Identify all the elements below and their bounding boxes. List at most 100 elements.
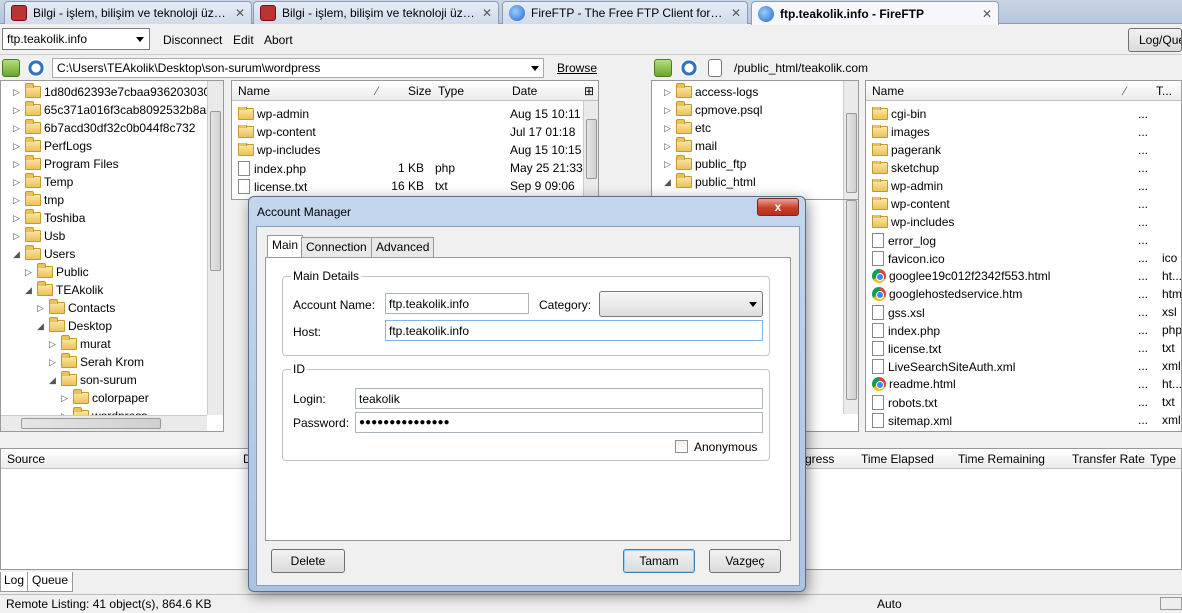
browser-tab-4-active[interactable]: ftp.teakolik.info - FireFTP ✕ xyxy=(751,1,999,25)
scroll-thumb[interactable] xyxy=(21,418,161,429)
tree-item[interactable]: ▷ Toshiba xyxy=(1,209,85,227)
browser-tab-3[interactable]: FireFTP - The Free FTP Client for M... ✕ xyxy=(502,1,748,24)
expand-twisty-icon[interactable]: ▷ xyxy=(49,339,59,349)
tree-item[interactable]: ▷ 1d80d62393e7cbaa9362030305b xyxy=(1,83,223,101)
column-picker-icon[interactable]: ⊞ xyxy=(584,84,594,98)
tree-item[interactable]: ▷ etc xyxy=(652,119,711,137)
remote-folder-tree[interactable]: ◢ public_html ▷ public_ftp ▷ mail ▷ etc ▷ cpmove.… xyxy=(651,80,859,200)
tab-advanced[interactable]: Advanced xyxy=(371,237,435,257)
column-type[interactable]: Type xyxy=(1150,452,1176,466)
dialog-close-button[interactable]: x xyxy=(757,198,799,216)
expand-twisty-icon[interactable]: ▷ xyxy=(664,141,674,151)
expand-twisty-icon[interactable]: ◢ xyxy=(25,285,35,295)
table-row[interactable]: wp-admin... xyxy=(866,177,1181,195)
tree-item[interactable]: ▷ mail xyxy=(652,137,717,155)
disconnect-button[interactable]: Disconnect xyxy=(163,33,222,47)
tree-item[interactable]: ▷ access-logs xyxy=(652,83,758,101)
edit-button[interactable]: Edit xyxy=(233,33,254,47)
table-row[interactable]: sketchup... xyxy=(866,159,1181,177)
expand-twisty-icon[interactable]: ▷ xyxy=(664,159,674,169)
remote-up-folder-icon[interactable] xyxy=(654,59,672,77)
table-row[interactable]: LiveSearchSiteAuth.xml... xml xyxy=(866,357,1181,375)
expand-twisty-icon[interactable]: ▷ xyxy=(49,357,59,367)
scroll-thumb[interactable] xyxy=(846,113,857,193)
expand-twisty-icon[interactable]: ◢ xyxy=(49,375,59,385)
log-tab[interactable]: Log xyxy=(0,572,29,592)
expand-twisty-icon[interactable]: ▷ xyxy=(13,213,23,223)
tree-item[interactable]: ▷ Temp xyxy=(1,173,73,191)
table-row[interactable]: wp-admin Aug 15 10:11 xyxy=(232,105,598,123)
table-row[interactable]: pagerank... xyxy=(866,141,1181,159)
abort-button[interactable]: Abort xyxy=(264,33,293,47)
expand-twisty-icon[interactable]: ▷ xyxy=(13,231,23,241)
expand-twisty-icon[interactable]: ▷ xyxy=(13,123,23,133)
column-type[interactable]: Type xyxy=(438,84,464,98)
expand-twisty-icon[interactable]: ▷ xyxy=(13,159,23,169)
column-source[interactable]: Source xyxy=(7,452,45,466)
tab-main[interactable]: Main xyxy=(267,235,304,258)
tree-item[interactable]: ▷ cpmove.psql xyxy=(652,101,762,119)
table-row[interactable]: wp-content... xyxy=(866,195,1181,213)
expand-twisty-icon[interactable]: ◢ xyxy=(13,249,23,259)
tree-item[interactable]: ▷ 65c371a016f3cab8092532b8abd4 xyxy=(1,101,223,119)
tree-item[interactable]: ◢ public_html xyxy=(652,173,756,191)
tree-item[interactable]: ▷ murat xyxy=(1,335,111,353)
expand-twisty-icon[interactable]: ▷ xyxy=(13,195,23,205)
browse-button[interactable]: Browse xyxy=(557,61,597,75)
cancel-button[interactable]: Vazgeç xyxy=(709,549,781,573)
local-up-folder-icon[interactable] xyxy=(2,59,20,77)
log-queue-button[interactable]: Log/Queue xyxy=(1128,28,1182,52)
tab-connection[interactable]: Connection xyxy=(301,237,372,257)
table-row[interactable]: readme.html... ht... xyxy=(866,375,1181,393)
remote-refresh-icon[interactable] xyxy=(680,59,698,77)
tree-item[interactable]: ▷ Program Files xyxy=(1,155,119,173)
scroll-thumb[interactable] xyxy=(210,111,221,271)
remote-tree-vscrollbar[interactable] xyxy=(843,200,858,414)
column-name[interactable]: Name xyxy=(238,84,270,98)
tree-item[interactable]: ▷ PerfLogs xyxy=(1,137,92,155)
expand-twisty-icon[interactable]: ◢ xyxy=(37,321,47,331)
table-row[interactable]: error_log... xyxy=(866,231,1181,249)
expand-twisty-icon[interactable]: ▷ xyxy=(664,105,674,115)
tree-item[interactable]: ◢ Desktop xyxy=(1,317,112,335)
expand-twisty-icon[interactable]: ▷ xyxy=(25,267,35,277)
login-input[interactable]: teakolik xyxy=(355,388,763,409)
tree-item[interactable]: ◢ son-surum xyxy=(1,371,137,389)
ok-button[interactable]: Tamam xyxy=(623,549,695,573)
table-row[interactable]: images... xyxy=(866,123,1181,141)
tree-item[interactable]: ▷ tmp xyxy=(1,191,64,209)
column-type[interactable]: T... xyxy=(1156,84,1172,98)
tree-item[interactable]: ◢ TEAkolik xyxy=(1,281,103,299)
browser-tab-1[interactable]: Bilgi - işlem, bilişim ve teknoloji üze.… xyxy=(4,1,252,24)
table-row[interactable]: license.txt... txt xyxy=(866,339,1181,357)
account-select[interactable]: ftp.teakolik.info xyxy=(2,28,150,50)
category-select[interactable] xyxy=(599,291,763,317)
column-progress[interactable]: gress xyxy=(805,452,834,466)
remote-page-icon[interactable] xyxy=(708,59,722,77)
local-tree-vscrollbar[interactable] xyxy=(207,81,223,415)
tree-item[interactable]: ◢ Users xyxy=(1,245,75,263)
tree-item[interactable]: ▷ Public xyxy=(1,263,89,281)
close-tab-icon[interactable]: ✕ xyxy=(482,6,492,20)
password-input[interactable]: ●●●●●●●●●●●●●●● xyxy=(355,412,763,433)
close-tab-icon[interactable]: ✕ xyxy=(235,6,245,20)
table-row[interactable]: googlehostedservice.htm... htm xyxy=(866,285,1181,303)
queue-tab[interactable]: Queue xyxy=(27,572,74,592)
expand-twisty-icon[interactable]: ▷ xyxy=(61,393,71,403)
column-date[interactable]: Date xyxy=(512,84,537,98)
local-refresh-icon[interactable] xyxy=(27,59,45,77)
table-row[interactable]: wp-content Jul 17 01:18 xyxy=(232,123,598,141)
expand-twisty-icon[interactable]: ▷ xyxy=(13,141,23,151)
table-row[interactable]: robots.txt... txt xyxy=(866,393,1181,411)
expand-twisty-icon[interactable]: ▷ xyxy=(13,105,23,115)
tree-item[interactable]: ▷ Contacts xyxy=(1,299,115,317)
host-input[interactable]: ftp.teakolik.info xyxy=(385,320,763,341)
expand-twisty-icon[interactable]: ▷ xyxy=(664,87,674,97)
tree-item[interactable]: ▷ 6b7acd30df32c0b044f8c732 xyxy=(1,119,195,137)
delete-button[interactable]: Delete xyxy=(271,549,345,573)
local-tree-hscrollbar[interactable] xyxy=(1,415,207,431)
column-size[interactable]: Size xyxy=(408,84,431,98)
local-file-list[interactable]: Name ⁄ Size Type Date ⊞ wp-admin Aug 15 1… xyxy=(231,80,599,200)
local-folder-tree[interactable]: ▷wordpress▷colorpaper◢son-surum▷Serah Kr… xyxy=(0,80,224,432)
column-transfer-rate[interactable]: Transfer Rate xyxy=(1072,452,1145,466)
